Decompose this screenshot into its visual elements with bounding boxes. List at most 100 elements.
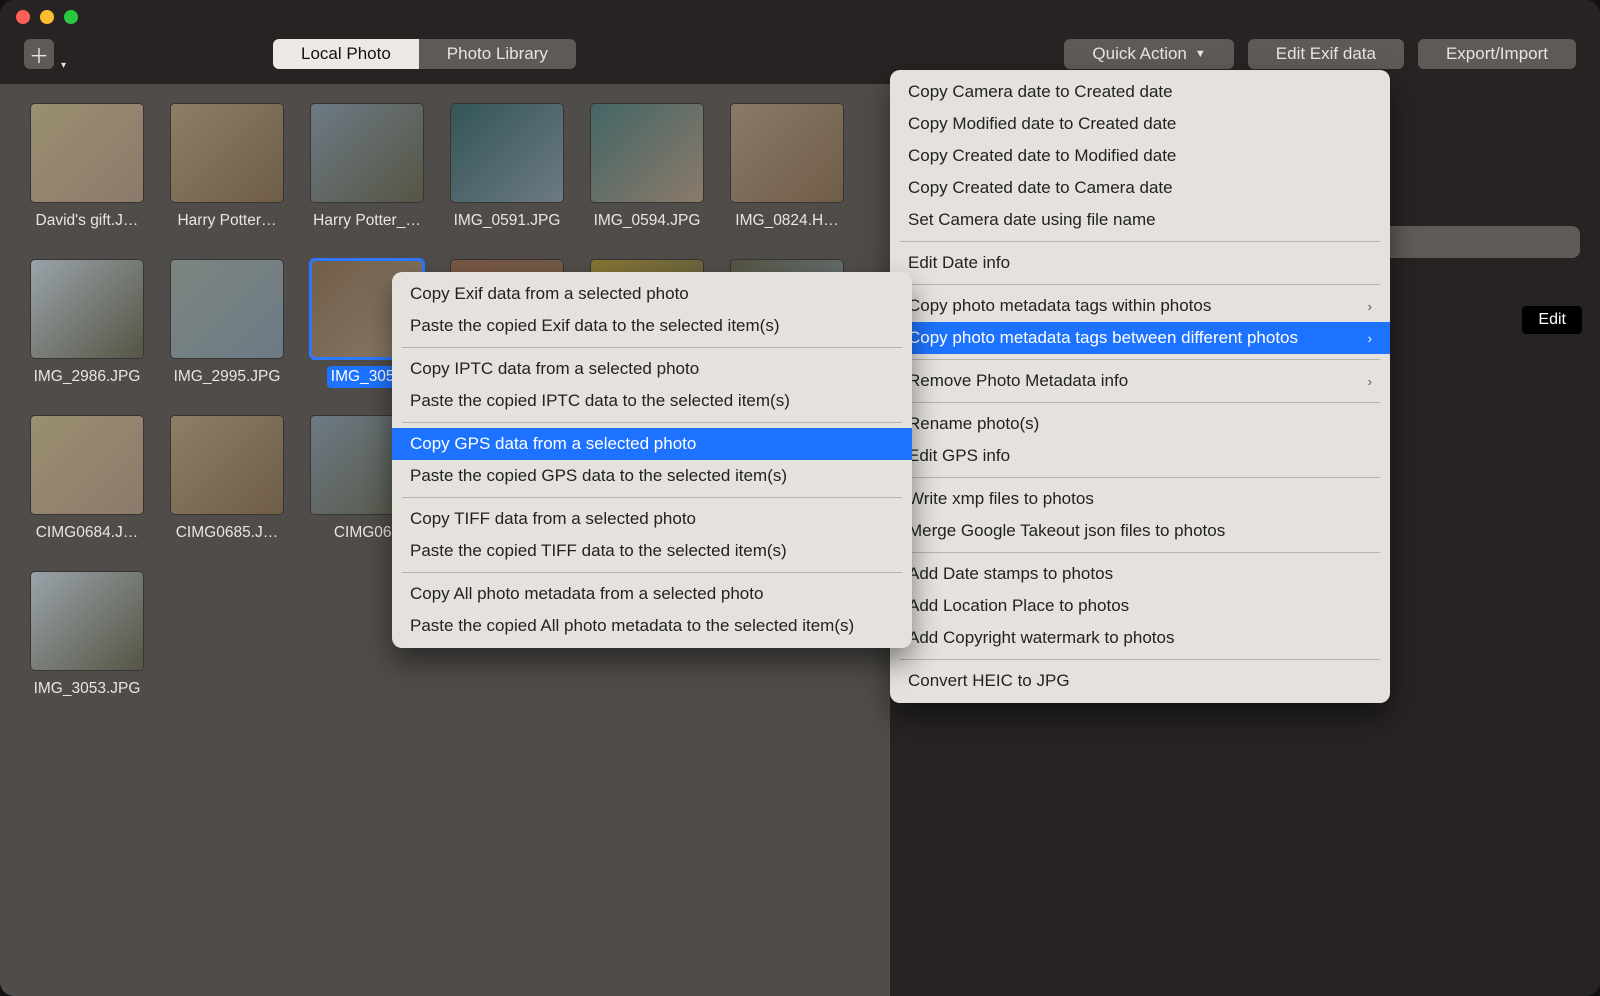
thumbnail-image (31, 416, 143, 514)
app-window: ＋▾ Local Photo Photo Library Quick Actio… (0, 0, 1600, 996)
menu-item[interactable]: Add Copyright watermark to photos (890, 622, 1390, 654)
thumbnail-caption: IMG_0591.JPG (450, 210, 565, 232)
edit-button[interactable]: Edit (1522, 306, 1582, 334)
thumbnail[interactable]: CIMG0685.J… (164, 416, 290, 544)
menu-separator (900, 284, 1380, 285)
tab-photo-library[interactable]: Photo Library (419, 39, 576, 69)
window-close-button[interactable] (16, 10, 30, 24)
add-button-caret-icon: ▾ (61, 60, 66, 71)
menu-item[interactable]: Edit GPS info (890, 440, 1390, 472)
menu-item[interactable]: Paste the copied Exif data to the select… (392, 310, 912, 342)
menu-item[interactable]: Copy GPS data from a selected photo (392, 428, 912, 460)
thumbnail[interactable]: Harry Potter_… (304, 104, 430, 232)
export-import-button[interactable]: Export/Import (1418, 39, 1576, 69)
menu-item[interactable]: Copy Camera date to Created date (890, 76, 1390, 108)
menu-item[interactable]: Copy Modified date to Created date (890, 108, 1390, 140)
thumbnail[interactable]: Harry Potter… (164, 104, 290, 232)
menu-item[interactable]: Copy Created date to Modified date (890, 140, 1390, 172)
edit-exif-button[interactable]: Edit Exif data (1248, 39, 1404, 69)
thumbnail-image (591, 104, 703, 202)
thumbnail[interactable]: IMG_0594.JPG (584, 104, 710, 232)
thumbnail[interactable]: David's gift.J… (24, 104, 150, 232)
menu-item-label: Edit Date info (908, 253, 1010, 273)
menu-item-label: Copy Modified date to Created date (908, 114, 1176, 134)
menu-item-label: Add Copyright watermark to photos (908, 628, 1174, 648)
thumbnail-caption: IMG_0824.H… (731, 210, 842, 232)
menu-item-label: Paste the copied TIFF data to the select… (410, 541, 787, 561)
menu-separator (402, 497, 902, 498)
thumbnail-caption: IMG_0594.JPG (590, 210, 705, 232)
add-button[interactable]: ＋▾ (24, 39, 54, 69)
menu-item[interactable]: Convert HEIC to JPG (890, 665, 1390, 697)
menu-item-label: Edit GPS info (908, 446, 1010, 466)
menu-item[interactable]: Remove Photo Metadata info › (890, 365, 1390, 397)
thumbnail-caption: CIMG0684.J… (32, 522, 143, 544)
menu-item-label: Copy Created date to Camera date (908, 178, 1173, 198)
menu-separator (402, 572, 902, 573)
menu-item-label: Copy GPS data from a selected photo (410, 434, 696, 454)
menu-item[interactable]: Copy Exif data from a selected photo (392, 278, 912, 310)
menu-item-label: Paste the copied IPTC data to the select… (410, 391, 790, 411)
menu-item-label: Copy Exif data from a selected photo (410, 284, 689, 304)
tab-local-photo[interactable]: Local Photo (273, 39, 419, 69)
menu-item[interactable]: Set Camera date using file name (890, 204, 1390, 236)
menu-item[interactable]: Paste the copied All photo metadata to t… (392, 610, 912, 642)
menu-separator (900, 477, 1380, 478)
menu-item-label: Copy Created date to Modified date (908, 146, 1176, 166)
menu-item[interactable]: Rename photo(s) (890, 408, 1390, 440)
menu-item[interactable]: Edit Date info (890, 247, 1390, 279)
menu-separator (900, 402, 1380, 403)
menu-item-label: Add Date stamps to photos (908, 564, 1113, 584)
thumbnail-caption: David's gift.J… (32, 210, 143, 232)
menu-item-label: Paste the copied GPS data to the selecte… (410, 466, 787, 486)
menu-item[interactable]: Add Location Place to photos (890, 590, 1390, 622)
thumbnail-caption: Harry Potter… (173, 210, 280, 232)
menu-item[interactable]: Copy Created date to Camera date (890, 172, 1390, 204)
menu-item[interactable]: Copy photo metadata tags between differe… (890, 322, 1390, 354)
chevron-right-icon: › (1368, 299, 1372, 314)
window-minimize-button[interactable] (40, 10, 54, 24)
menu-item[interactable]: Copy TIFF data from a selected photo (392, 503, 912, 535)
menu-item-label: Add Location Place to photos (908, 596, 1129, 616)
menu-item-label: Convert HEIC to JPG (908, 671, 1070, 691)
menu-item-label: Rename photo(s) (908, 414, 1039, 434)
window-zoom-button[interactable] (64, 10, 78, 24)
thumbnail-caption: IMG_2995.JPG (170, 366, 285, 388)
thumbnail[interactable]: IMG_2995.JPG (164, 260, 290, 388)
menu-item[interactable]: Paste the copied TIFF data to the select… (392, 535, 912, 567)
thumbnail-image (311, 104, 423, 202)
thumbnail[interactable]: CIMG0684.J… (24, 416, 150, 544)
thumbnail[interactable]: IMG_0591.JPG (444, 104, 570, 232)
menu-item[interactable]: Copy photo metadata tags within photos› (890, 290, 1390, 322)
thumbnail[interactable]: IMG_3053.JPG (24, 572, 150, 700)
menu-item-label: Remove Photo Metadata info (908, 371, 1128, 391)
menu-item-label: Copy TIFF data from a selected photo (410, 509, 696, 529)
menu-separator (900, 241, 1380, 242)
menu-item[interactable]: Copy All photo metadata from a selected … (392, 578, 912, 610)
menu-item-label: Copy Camera date to Created date (908, 82, 1173, 102)
thumbnail-image (731, 104, 843, 202)
menu-separator (402, 347, 902, 348)
thumbnail-image (451, 104, 563, 202)
menu-separator (900, 359, 1380, 360)
menu-item[interactable]: Copy IPTC data from a selected photo (392, 353, 912, 385)
menu-item[interactable]: Merge Google Takeout json files to photo… (890, 515, 1390, 547)
menu-separator (402, 422, 902, 423)
source-segmented-control: Local Photo Photo Library (273, 39, 576, 69)
context-menu: Copy Exif data from a selected photo Past… (392, 272, 912, 648)
menu-item[interactable]: Write xmp files to photos (890, 483, 1390, 515)
menu-item[interactable]: Add Date stamps to photos (890, 558, 1390, 590)
menu-item[interactable]: Paste the copied GPS data to the selecte… (392, 460, 912, 492)
quick-action-button[interactable]: Quick Action ▼ (1064, 39, 1233, 69)
menu-item[interactable]: Paste the copied IPTC data to the select… (392, 385, 912, 417)
thumbnail[interactable]: IMG_2986.JPG (24, 260, 150, 388)
menu-item-label: Merge Google Takeout json files to photo… (908, 521, 1225, 541)
thumbnail-caption: Harry Potter_… (309, 210, 425, 232)
menu-item-label: Copy photo metadata tags between differe… (908, 328, 1298, 348)
thumbnail-image (171, 104, 283, 202)
thumbnail-image (31, 260, 143, 358)
menu-item-label: Write xmp files to photos (908, 489, 1094, 509)
thumbnail[interactable]: IMG_0824.H… (724, 104, 850, 232)
chevron-right-icon: › (1368, 374, 1372, 389)
caret-down-icon: ▼ (1195, 48, 1206, 60)
